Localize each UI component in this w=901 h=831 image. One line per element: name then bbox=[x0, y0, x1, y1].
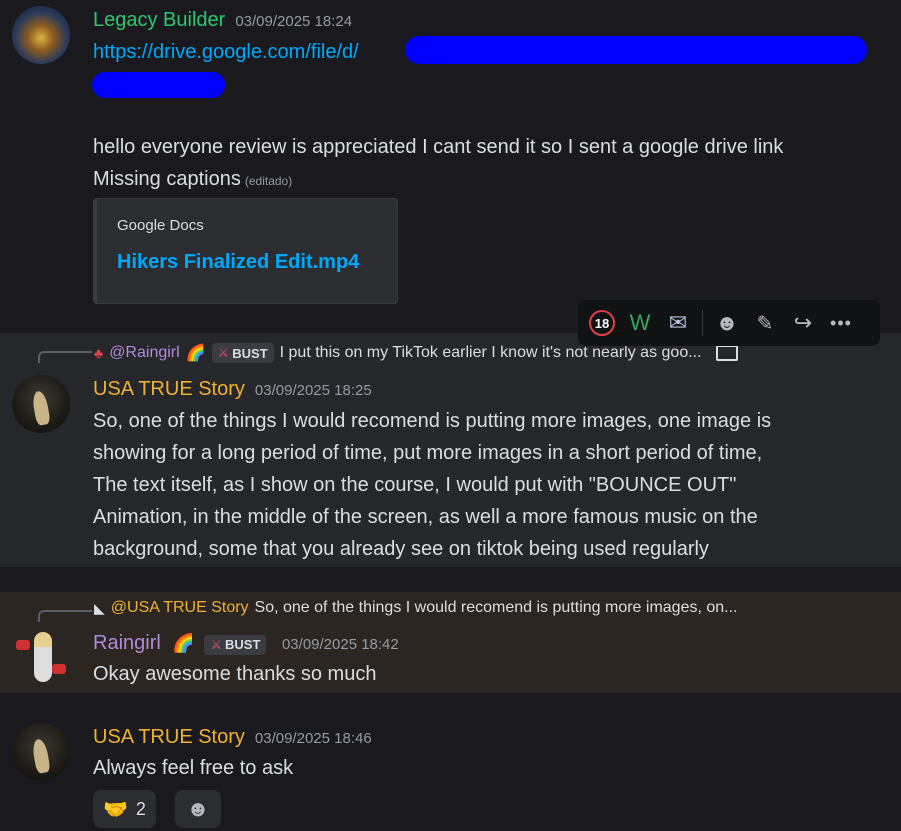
reply-spine bbox=[38, 351, 92, 363]
nsfw-18-icon[interactable]: 18 bbox=[588, 309, 616, 337]
message-text: Okay awesome thanks so much bbox=[93, 663, 377, 685]
image-icon bbox=[715, 345, 738, 361]
sword-icon: ⚔ bbox=[217, 345, 230, 360]
avatar[interactable] bbox=[12, 628, 70, 686]
message-header: Raingirl 🌈 ⚔ BUST 03/09/2025 18:42 bbox=[93, 627, 399, 661]
edit-icon[interactable]: ✎ bbox=[751, 309, 779, 337]
toolbar-divider bbox=[702, 310, 703, 336]
embed-title[interactable]: Hikers Finalized Edit.mp4 bbox=[117, 251, 359, 274]
message-text: hello everyone review is appreciated I c… bbox=[93, 136, 784, 158]
plague-mask-icon bbox=[31, 390, 51, 426]
handshake-icon: 🤝 bbox=[103, 798, 128, 821]
message-raingirl-reply: ◣ @USA TRUE Story So, one of the things … bbox=[0, 592, 901, 693]
author-name[interactable]: Legacy Builder bbox=[93, 9, 225, 31]
timestamp: 03/09/2025 18:46 bbox=[254, 730, 372, 747]
sword-icon: ⚔ bbox=[210, 637, 223, 652]
message-text: Animation, in the middle of the screen, … bbox=[93, 506, 758, 528]
reaction-handshake[interactable]: 🤝 2 bbox=[93, 790, 156, 828]
message-text-line-2: Missing captions (editado) bbox=[93, 163, 292, 197]
avatar-decoration-icon bbox=[16, 640, 30, 650]
message-text: Missing captions bbox=[93, 168, 241, 190]
plague-mask-icon bbox=[31, 738, 51, 774]
message-text: So, one of the things I would recomend i… bbox=[93, 410, 772, 432]
add-reaction-button[interactable]: ☻ bbox=[175, 790, 221, 828]
message-text: Always feel free to ask bbox=[93, 757, 294, 779]
timestamp: 03/09/2025 18:42 bbox=[281, 636, 399, 653]
embed-provider: Google Docs bbox=[117, 217, 204, 234]
avatar[interactable] bbox=[12, 723, 70, 781]
message-text: background, some that you already see on… bbox=[93, 538, 709, 560]
avatar-figure-icon bbox=[34, 632, 52, 682]
redaction-mark bbox=[405, 36, 867, 64]
reply-avatar-icon: ♣ bbox=[94, 345, 104, 361]
message-text: The text itself, as I show on the course… bbox=[93, 474, 737, 496]
reply-spine bbox=[38, 610, 92, 622]
rainbow-icon: 🌈 bbox=[172, 633, 195, 653]
drive-link[interactable]: https://drive.google.com/file/d/ bbox=[93, 36, 359, 68]
author-name[interactable]: Raingirl bbox=[93, 632, 161, 654]
edited-label: (editado) bbox=[244, 174, 293, 188]
avatar[interactable] bbox=[12, 375, 70, 433]
avatar-decoration-icon bbox=[52, 664, 66, 674]
add-reaction-icon: ☻ bbox=[186, 796, 210, 821]
timestamp: 03/09/2025 18:24 bbox=[235, 13, 353, 30]
reaction-count: 2 bbox=[135, 798, 146, 819]
message-text: showing for a long period of time, put m… bbox=[93, 442, 763, 464]
add-reaction-icon[interactable]: ☻ bbox=[713, 309, 741, 337]
reply-mention[interactable]: @Raingirl bbox=[109, 344, 179, 362]
author-name[interactable]: USA TRUE Story bbox=[93, 378, 245, 400]
message-header: USA TRUE Story 03/09/2025 18:46 bbox=[93, 721, 372, 755]
message-usa-true-story-reply: ♣ @Raingirl 🌈 ⚔ BUST I put this on my Tik… bbox=[0, 333, 901, 567]
message-actions-toolbar: 18 W ✉ ☻ ✎ ↪ ••• bbox=[578, 300, 880, 346]
forward-icon[interactable]: ↪ bbox=[789, 309, 817, 337]
avatar[interactable] bbox=[12, 6, 70, 64]
guild-badge: ⚔ BUST bbox=[204, 635, 267, 655]
reply-avatar-icon: ◣ bbox=[94, 599, 105, 616]
message-header: USA TRUE Story 03/09/2025 18:25 bbox=[93, 373, 372, 407]
reply-mention[interactable]: @USA TRUE Story bbox=[111, 599, 249, 617]
timestamp: 03/09/2025 18:25 bbox=[254, 382, 372, 399]
more-icon[interactable]: ••• bbox=[827, 309, 855, 337]
w-emoji-icon[interactable]: W bbox=[626, 309, 654, 337]
author-name[interactable]: USA TRUE Story bbox=[93, 726, 245, 748]
redaction-mark bbox=[92, 72, 225, 98]
rainbow-icon: 🌈 bbox=[185, 345, 206, 362]
message-legacy-builder: Legacy Builder 03/09/2025 18:24 https://d… bbox=[0, 0, 901, 330]
guild-badge: ⚔ BUST bbox=[211, 343, 274, 363]
envelope-icon[interactable]: ✉ bbox=[664, 309, 692, 337]
reply-text: So, one of the things I would recomend i… bbox=[254, 599, 738, 616]
message-header: Legacy Builder 03/09/2025 18:24 bbox=[93, 4, 352, 38]
link-embed: Google Docs Hikers Finalized Edit.mp4 bbox=[93, 198, 398, 304]
reply-text: I put this on my TikTok earlier I know i… bbox=[279, 344, 702, 361]
reply-preview[interactable]: ◣ @USA TRUE Story So, one of the things … bbox=[94, 595, 737, 621]
